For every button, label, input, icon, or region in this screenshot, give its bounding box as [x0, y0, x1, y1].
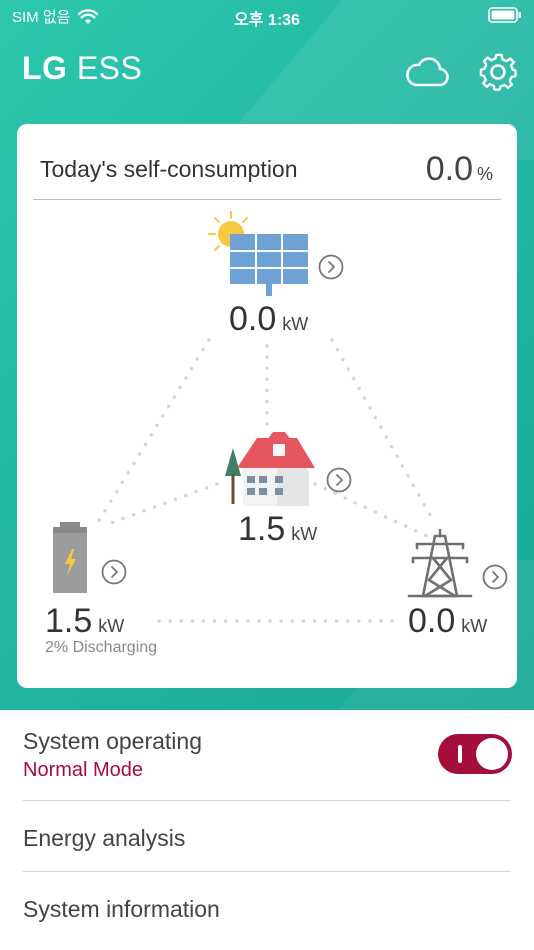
product-name: ESS [76, 50, 143, 86]
battery-power-unit: kW [98, 616, 125, 636]
energy-flow-card: Today's self-consumption 0.0% 0.0 kW 1.5… [17, 124, 517, 688]
battery-status: 2% Discharging [45, 639, 158, 656]
system-information-label: System information [23, 896, 220, 922]
energy-analysis-label: Energy analysis [23, 825, 186, 851]
solar-panel-icon [208, 211, 308, 296]
solar-detail-chevron-icon[interactable] [318, 254, 344, 280]
battery-status-icon [488, 7, 521, 23]
menu-divider [23, 871, 511, 872]
status-time: 오후 1:36 [234, 12, 300, 29]
power-grid-tower-icon [407, 528, 473, 598]
gear-icon [479, 53, 517, 91]
operating-mode-label: Normal Mode [23, 759, 144, 781]
solar-power-value: 0.0 [229, 300, 277, 338]
home-detail-chevron-icon[interactable] [326, 467, 352, 493]
status-bar: SIM 없음 오후 1:36 [0, 0, 534, 32]
home-icon [225, 432, 315, 506]
solar-power-unit: kW [282, 314, 309, 334]
solar-power: 0.0 kW [229, 300, 308, 339]
home-power-unit: kW [291, 524, 318, 544]
menu-divider [23, 800, 511, 801]
grid-power: 0.0 kW [408, 602, 487, 641]
battery-detail-chevron-icon[interactable] [101, 559, 127, 585]
energy-analysis-item[interactable]: Energy analysis [23, 825, 511, 852]
battery-icon [53, 522, 87, 593]
system-information-item[interactable]: System information [23, 896, 511, 923]
app-title: LG ESS [22, 50, 142, 87]
cloud-icon [406, 57, 449, 87]
battery-power-value: 1.5 [45, 602, 93, 640]
settings-button[interactable] [476, 50, 520, 94]
system-operating-toggle[interactable] [438, 734, 512, 774]
home-power: 1.5 kW [238, 510, 317, 549]
home-power-value: 1.5 [238, 510, 286, 548]
cloud-button[interactable] [404, 52, 450, 92]
grid-power-value: 0.0 [408, 602, 456, 640]
brand-logo: LG [22, 50, 68, 86]
grid-detail-chevron-icon[interactable] [482, 564, 508, 590]
battery-power: 1.5 kW [45, 602, 124, 641]
battery-status [488, 7, 522, 27]
grid-power-unit: kW [461, 616, 488, 636]
